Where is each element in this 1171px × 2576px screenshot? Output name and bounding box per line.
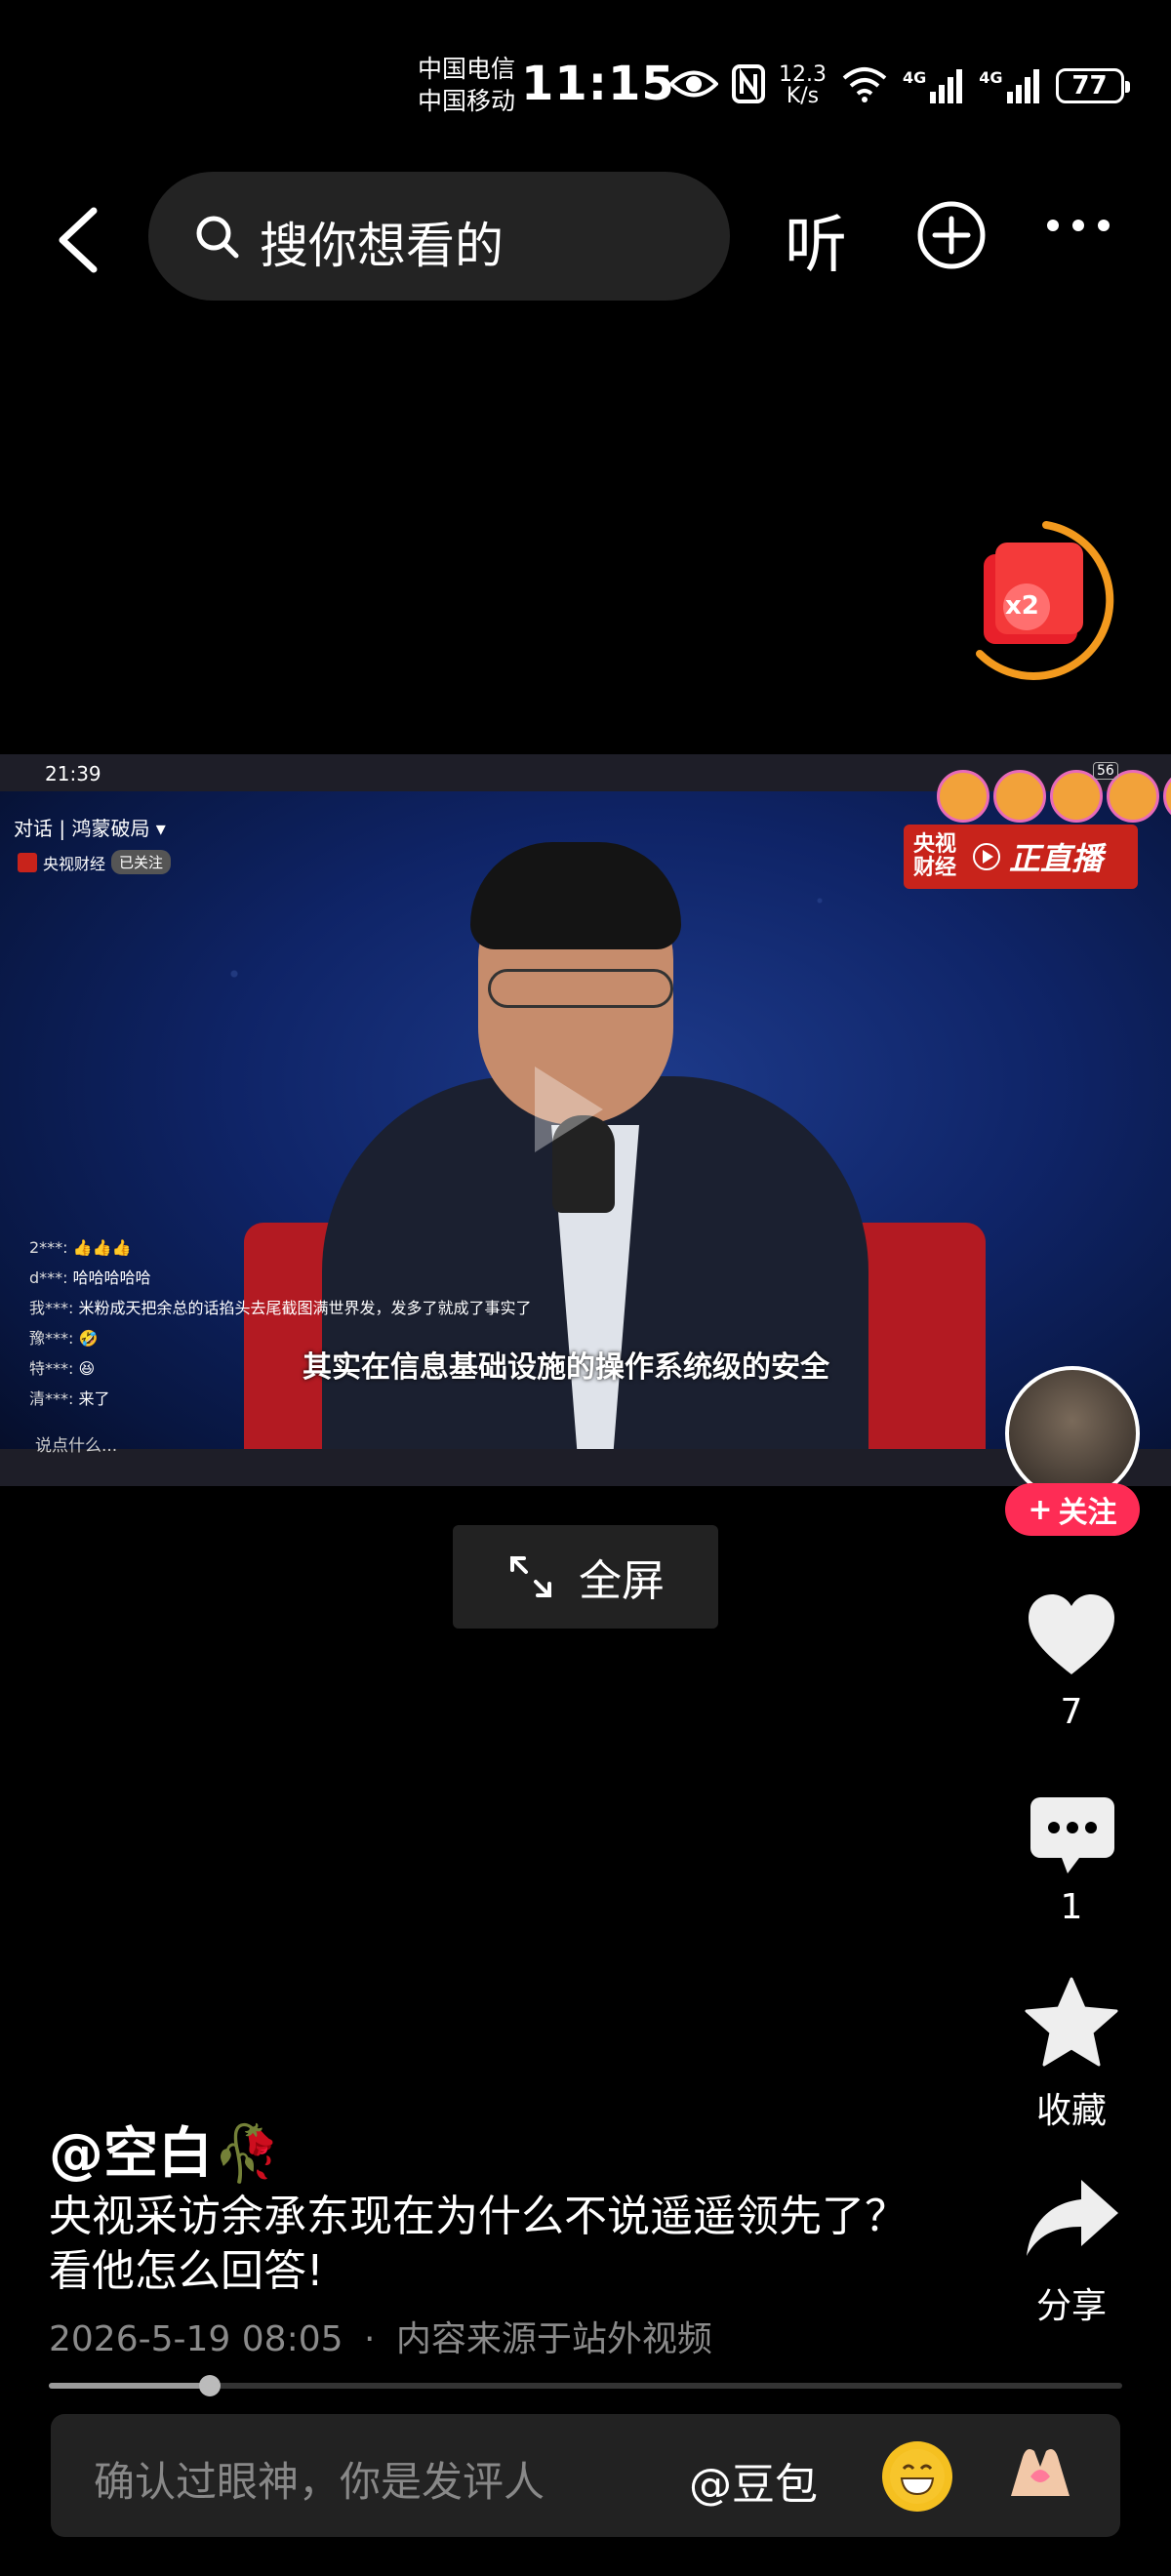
comment-button[interactable] [1029,1795,1116,1881]
comment-input-bar[interactable]: 确认过眼神，你是发评人 @豆包 [51,2414,1120,2537]
live-comment: 清***: 来了 [29,1389,110,1408]
share-arrow-icon [1027,2180,1118,2256]
comment-count: 1 [1060,1887,1083,1927]
fullscreen-label: 全屏 [579,1556,665,1606]
chevron-left-icon [59,207,98,273]
red-packet-widget[interactable]: x2 [968,517,1124,689]
post-source: 内容来源于站外视频 [395,2319,712,2359]
red-packet-multiplier: x2 [1005,591,1039,621]
share-button[interactable] [1025,2176,1120,2262]
like-count: 7 [1060,1692,1083,1732]
add-button[interactable] [915,199,988,275]
red-envelope-icon [976,521,1114,680]
expand-icon [510,1556,551,1597]
live-comment: 我***: 米粉成天把余总的话掐头去尾截图满世界发，发多了就成了事实了 [29,1299,532,1317]
progress-fill [49,2383,210,2389]
more-dots-icon [1047,220,1110,231]
heart-hands-button[interactable] [1005,2437,1075,2514]
favorite-label: 收藏 [1035,2091,1107,2131]
follow-button[interactable]: + 关注 [1005,1483,1140,1536]
star-icon [1025,1977,1118,2067]
fullscreen-button[interactable]: 全屏 [453,1525,718,1629]
video-player[interactable]: 21:39 对话 | 鸿蒙破局 ▾ 央视财经 已关注 56 央视 财经 正直播 … [0,754,1171,1486]
video-overlay-title: 对话 | 鸿蒙破局 ▾ [14,817,166,840]
post-caption: 央视采访余承东现在为什么不说遥遥领先了？看他怎么回答! [49,2192,908,2296]
search-icon [196,216,239,259]
viewer-count: 56 [1093,762,1118,780]
grin-emoji-icon [890,2449,945,2504]
mention-doubao-button[interactable]: @豆包 [689,2449,818,2512]
emoji-grin-button[interactable] [882,2441,952,2512]
author-name[interactable]: @空白🥀 [49,2110,281,2189]
heart-icon [1029,1594,1114,1674]
plus-circle-icon [917,201,986,269]
post-date: 2026-5-19 08:05 [49,2319,343,2359]
wifi-icon [840,64,889,107]
back-button[interactable] [51,201,109,279]
followed-tag: 已关注 [111,850,172,874]
eye-icon [668,67,719,104]
plus-icon: + [1028,1492,1053,1527]
heart-hands-icon [1011,2449,1070,2496]
carrier-1: 中国电信 [418,55,516,83]
comment-input-placeholder[interactable]: 确认过眼神，你是发评人 [94,2449,545,2509]
status-time: 11:15 [521,57,675,111]
channel-logo-icon [18,852,37,872]
emoji-stickers [937,770,1171,823]
signal-icon-1: 4G [903,68,965,103]
favorite-button[interactable] [1025,1977,1118,2071]
person-glasses [488,969,673,1008]
emoji-sticker [1163,770,1171,823]
carrier-2: 中国移动 [418,87,516,115]
live-badge: 央视 财经 正直播 [904,825,1138,889]
emoji-sticker [937,770,989,823]
video-progress-bar[interactable] [49,2375,1122,2396]
signal-icon-2: 4G [979,68,1041,103]
progress-handle[interactable] [199,2375,221,2396]
video-subtitle: 其实在信息基础设施的操作系统级的安全 [303,1350,829,1385]
video-overlay-time: 21:39 [45,762,101,785]
author-avatar[interactable] [1005,1366,1140,1501]
status-icons: 12.3 K/s 4G 4G 77 [668,60,1130,111]
live-comments: 2***: 👍👍👍 d***: 哈哈哈哈哈 我***: 米粉成天把余总的话掐头去… [29,1232,532,1414]
search-placeholder: 搜你想看的 [260,218,504,274]
post-meta: 2026-5-19 08:05 · 内容来源于站外视频 [49,2319,712,2359]
live-play-icon [973,843,1000,870]
play-icon[interactable] [535,1067,603,1152]
live-comment: d***: 哈哈哈哈哈 [29,1268,151,1287]
person-hair [470,842,681,949]
say-something-input: 说点什么... [35,1436,118,1456]
battery-icon: 77 [1055,68,1130,103]
more-button[interactable] [1044,217,1112,238]
emoji-sticker [993,770,1046,823]
search-bar[interactable]: 搜你想看的 [148,172,730,301]
like-button[interactable] [1025,1590,1118,1682]
video-overlay-channel: 央视财经 已关注 [18,850,172,874]
net-speed: 12.3 K/s [779,62,827,108]
live-comment: 2***: 👍👍👍 [29,1238,132,1257]
comment-bubble-icon [1030,1797,1114,1873]
nfc-icon [732,64,765,107]
listen-button[interactable]: 听 [785,195,847,285]
carrier-info: 中国电信 中国移动 [418,53,515,117]
share-label: 分享 [1035,2286,1107,2326]
